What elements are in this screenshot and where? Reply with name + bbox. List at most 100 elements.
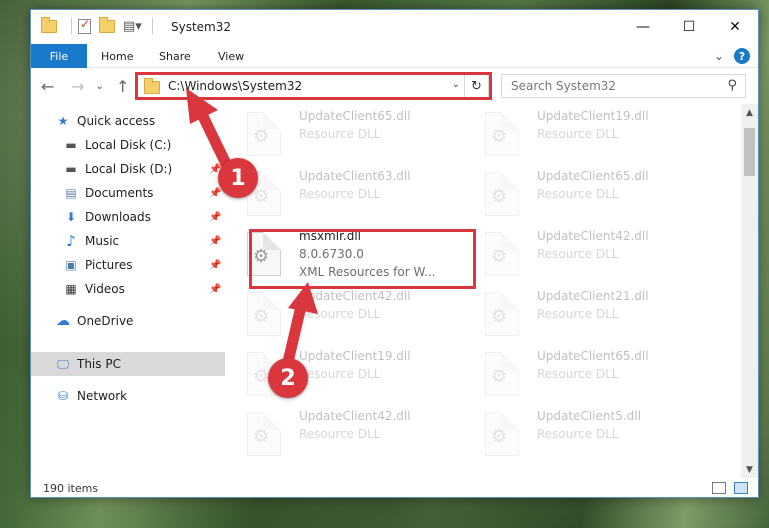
sidebar-item-downloads[interactable]: ⬇ Downloads 📌 [63,205,225,229]
file-item[interactable]: ⚙ UpdateClient63.dll Resource DLL [227,166,447,222]
file-description: Resource DLL [537,307,619,321]
file-description: Resource DLL [537,127,619,141]
documents-icon: ▤ [65,186,77,200]
file-name: UpdateClient42.dll [299,289,411,303]
sidebar-item-label: This PC [77,357,121,371]
pin-icon[interactable]: 📌 [209,212,221,223]
expand-ribbon-icon[interactable]: ⌄ [714,49,724,63]
dll-file-icon: ⚙ [485,112,519,156]
file-item[interactable]: ⚙ UpdateClient19.dll Resource DLL [227,346,447,402]
file-description: Resource DLL [537,367,619,381]
close-button[interactable]: ✕ [712,10,758,44]
star-icon: ★ [57,114,69,128]
step-2-badge: 2 [268,358,308,398]
search-placeholder: Search System32 [511,79,617,93]
navigation-bar: ← → ⌄ ↑ C:\Windows\System32 ⌄ ↻ Search S… [31,68,758,104]
tab-share[interactable]: Share [159,44,191,68]
customize-toolbar-icon[interactable]: ▤▾ [123,19,142,34]
sidebar-item-this-pc[interactable]: 🖵 This PC [31,352,225,376]
folder-icon[interactable] [41,16,57,33]
back-button[interactable]: ← [41,77,54,96]
scroll-down-icon[interactable]: ▼ [741,461,758,478]
file-highlight-box [249,229,476,289]
pin-icon[interactable]: 📌 [209,260,221,271]
file-name: UpdateClient65.dll [537,169,649,183]
search-icon[interactable]: ⚲ [727,78,737,93]
dll-file-icon: ⚙ [247,412,281,456]
status-bar: 190 items [31,478,758,499]
navigation-pane: ★ Quick access ▬ Local Disk (C:) 📌 ▬ Loc… [31,104,225,478]
step-1-badge: 1 [218,158,258,198]
dll-file-icon: ⚙ [485,172,519,216]
dll-file-icon: ⚙ [485,412,519,456]
file-name: UpdateClient65.dll [537,349,649,363]
pin-icon[interactable]: 📌 [209,188,221,199]
sidebar-item-documents[interactable]: ▤ Documents 📌 [63,181,225,205]
gear-icon: ⚙ [253,306,270,327]
help-icon[interactable]: ? [734,48,750,64]
details-view-icon[interactable] [712,482,726,494]
videos-icon: ▦ [65,282,77,296]
tab-home[interactable]: Home [101,44,133,68]
file-item[interactable]: ⚙ UpdateClient65.dll Resource DLL [465,346,685,402]
sidebar-item-quick-access[interactable]: ★ Quick access [55,109,225,133]
file-description: Resource DLL [299,127,381,141]
file-item[interactable]: ⚙ UpdateClient42.dll Resource DLL [465,226,685,282]
new-folder-icon[interactable] [99,16,115,33]
gear-icon: ⚙ [491,426,508,447]
up-button[interactable]: ↑ [116,77,129,96]
scroll-up-icon[interactable]: ▲ [741,104,758,121]
pin-icon[interactable]: 📌 [209,236,221,247]
file-name: UpdateClient42.dll [299,409,411,423]
sidebar-item-label: Downloads [85,210,151,224]
file-item[interactable]: ⚙ UpdateClient65.dll Resource DLL [227,106,447,162]
properties-icon[interactable] [78,17,91,34]
tab-file[interactable]: File [31,44,87,68]
tab-view[interactable]: View [218,44,244,68]
file-description: Resource DLL [537,247,619,261]
drive-icon: ▬ [65,138,77,152]
sidebar-item-videos[interactable]: ▦ Videos 📌 [63,277,225,301]
ribbon-tabs: File Home Share View ⌄ ? [31,44,758,68]
file-description: Resource DLL [299,187,381,201]
file-item[interactable]: ⚙ UpdateClient65.dll Resource DLL [465,166,685,222]
scrollbar-thumb[interactable] [744,128,755,176]
file-description: Resource DLL [299,307,381,321]
dll-file-icon: ⚙ [485,352,519,396]
file-name: UpdateClient19.dll [537,109,649,123]
file-explorer-window: ▤▾ System32 — ☐ ✕ File Home Share View ⌄… [30,9,759,498]
file-item[interactable]: ⚙ UpdateClient19.dll Resource DLL [465,106,685,162]
sidebar-item-label: Videos [85,282,125,296]
maximize-button[interactable]: ☐ [666,10,712,44]
address-highlight-box [135,72,492,100]
minimize-button[interactable]: — [620,10,666,44]
sidebar-item-label: Network [77,389,128,403]
large-icons-view-icon[interactable] [734,482,748,494]
sidebar-item-local-disk-c[interactable]: ▬ Local Disk (C:) 📌 [63,133,225,157]
sidebar-item-pictures[interactable]: ▣ Pictures 📌 [63,253,225,277]
sidebar-item-local-disk-d[interactable]: ▬ Local Disk (D:) 📌 [63,157,225,181]
pin-icon[interactable]: 📌 [209,140,221,151]
sidebar-item-label: Local Disk (C:) [85,138,172,152]
recent-locations-button[interactable]: ⌄ [95,79,104,92]
drive-icon: ▬ [65,162,77,176]
sidebar-item-onedrive[interactable]: ☁ OneDrive [55,309,225,333]
forward-button[interactable]: → [71,77,84,96]
gear-icon: ⚙ [491,366,508,387]
search-input[interactable]: Search System32 ⚲ [501,74,746,98]
pin-icon[interactable]: 📌 [209,284,221,295]
vertical-scrollbar[interactable]: ▲ ▼ [741,104,758,478]
pictures-icon: ▣ [65,258,77,272]
gear-icon: ⚙ [491,186,508,207]
file-description: Resource DLL [537,187,619,201]
view-switcher [712,482,748,494]
file-item[interactable]: ⚙ UpdateClient21.dll Resource DLL [465,286,685,342]
file-list: ⚙ UpdateClient65.dll Resource DLL ⚙ Upda… [227,104,742,478]
file-item[interactable]: ⚙ UpdateClient5.dll Resource DLL [465,406,685,462]
file-item[interactable]: ⚙ UpdateClient42.dll Resource DLL [227,406,447,462]
file-item[interactable]: ⚙ UpdateClient42.dll Resource DLL [227,286,447,342]
sidebar-item-music[interactable]: ♪ Music 📌 [63,229,225,253]
sidebar-item-label: Music [85,234,120,248]
divider [71,18,72,34]
sidebar-item-network[interactable]: ⛁ Network [55,384,225,408]
